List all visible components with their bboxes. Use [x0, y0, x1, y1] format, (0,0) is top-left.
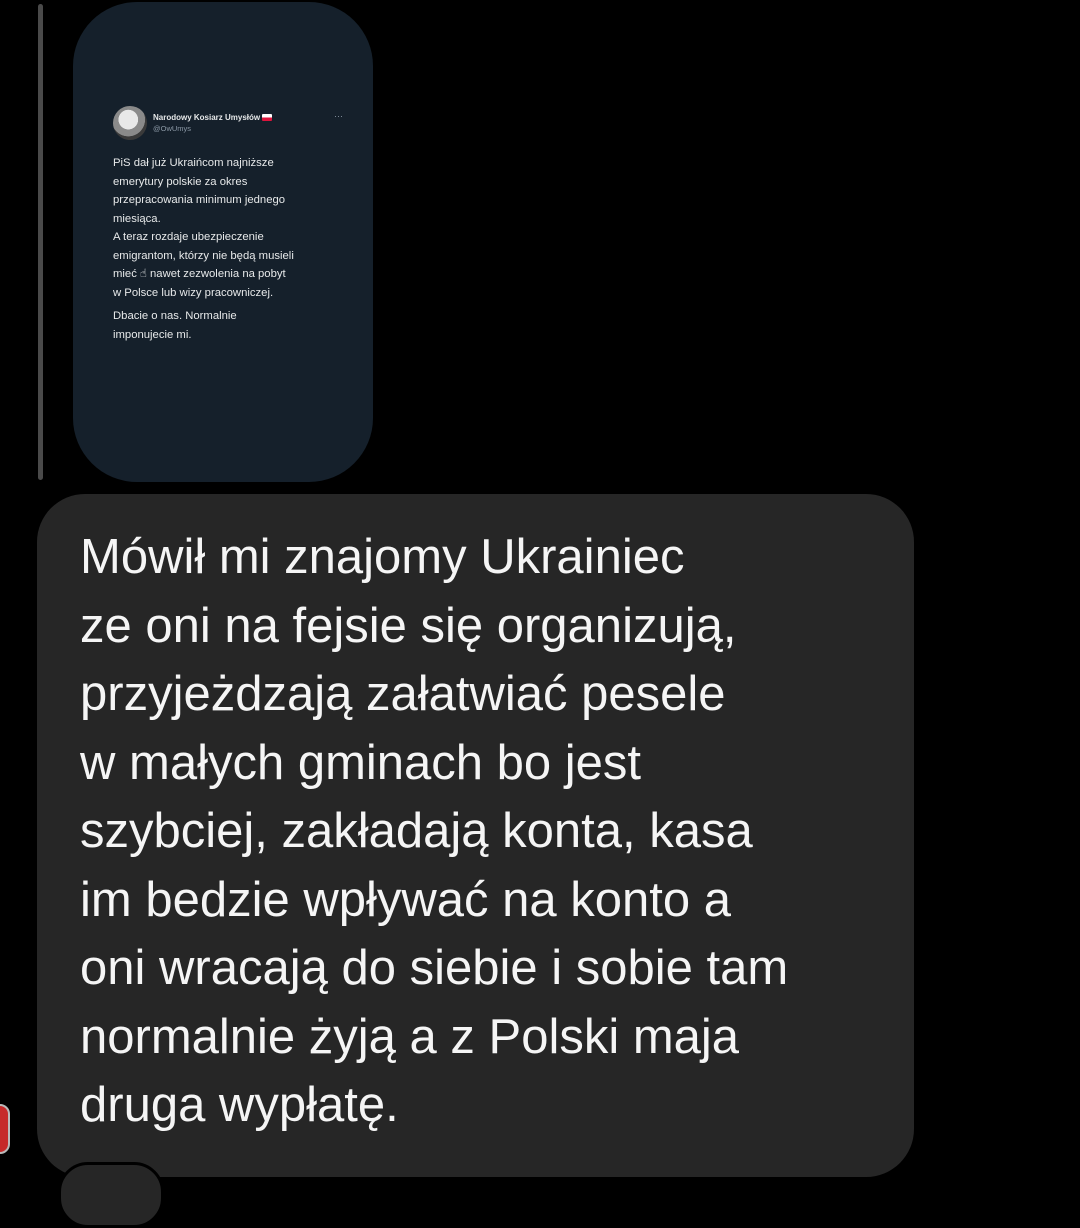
sender-avatar[interactable] — [0, 1104, 10, 1154]
shared-tweet-screenshot[interactable]: Narodowy Kosiarz Umysłów @OwUmys ··· PiS… — [73, 2, 373, 482]
poland-flag-icon — [262, 114, 273, 121]
tweet-author-info: Narodowy Kosiarz Umysłów @OwUmys — [153, 112, 334, 134]
reaction-bubble[interactable] — [58, 1162, 164, 1228]
tweet: Narodowy Kosiarz Umysłów @OwUmys ··· PiS… — [113, 106, 343, 349]
more-options-icon: ··· — [334, 111, 343, 121]
message-bubble[interactable]: Mówił mi znajomy Ukrainiec ze oni na fej… — [37, 494, 914, 1177]
tweet-paragraph: Dbacie o nas. Normalnie imponujecie mi. — [113, 310, 237, 341]
tweet-author-avatar — [113, 106, 147, 140]
tweet-author-name: Narodowy Kosiarz Umysłów — [153, 112, 334, 123]
message-text: Mówił mi znajomy Ukrainiec ze oni na fej… — [80, 530, 789, 1132]
tweet-body: PiS dał już Ukraińcom najniższe emerytur… — [113, 154, 343, 344]
tweet-header: Narodowy Kosiarz Umysłów @OwUmys ··· — [113, 106, 343, 140]
reply-thread-line — [38, 4, 43, 480]
tweet-author-handle: @OwUmys — [153, 124, 192, 133]
tweet-author-name-text: Narodowy Kosiarz Umysłów — [153, 113, 261, 122]
tweet-paragraph: PiS dał już Ukraińcom najniższe emerytur… — [113, 157, 294, 299]
